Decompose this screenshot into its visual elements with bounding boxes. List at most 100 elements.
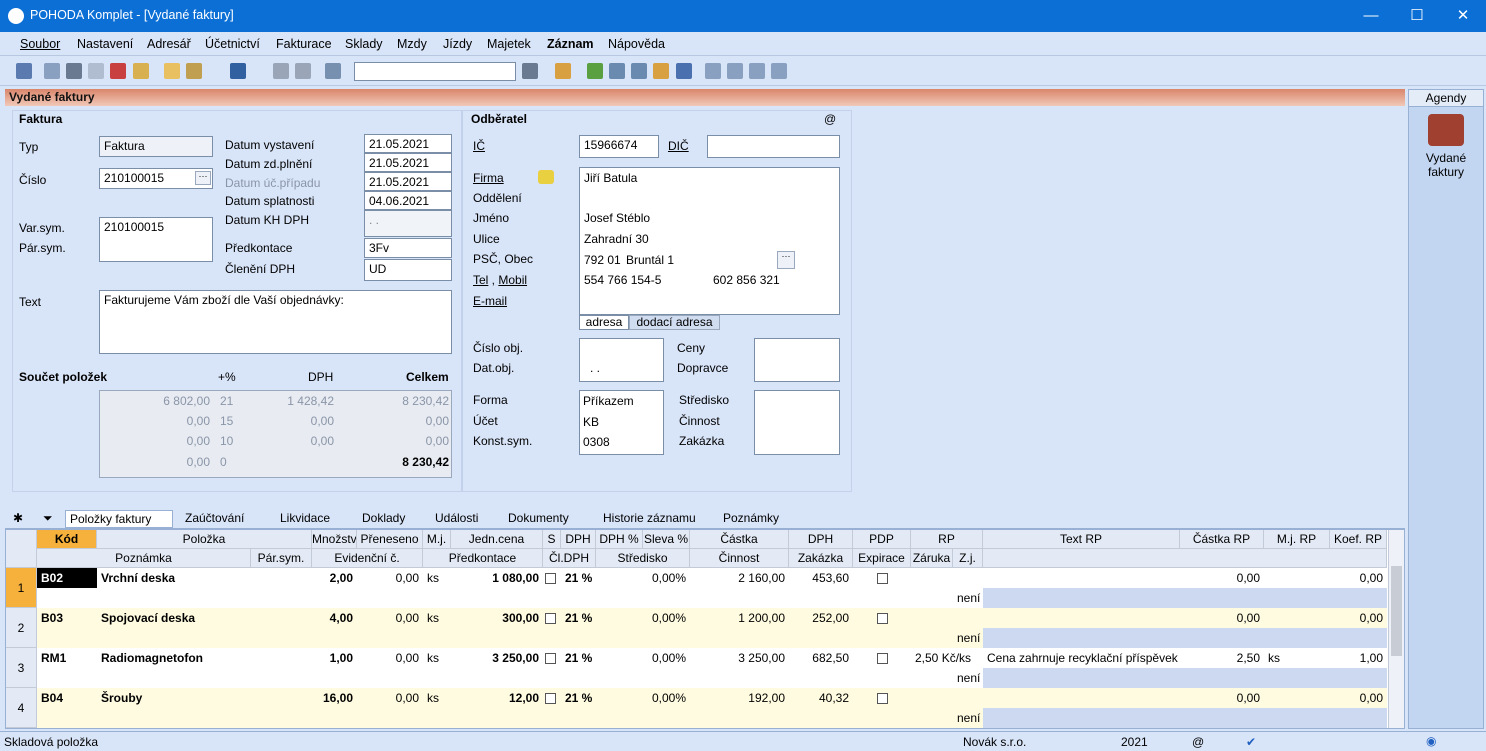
cell-sleva[interactable]: 0,00% <box>596 648 690 668</box>
cell-rp[interactable] <box>911 568 983 588</box>
grid-col-8[interactable]: DPH % <box>596 530 643 549</box>
checkbox-pdp[interactable] <box>876 613 888 625</box>
predkontace-input[interactable]: 3Fv <box>364 238 452 258</box>
cell-zj[interactable]: není <box>953 708 983 728</box>
minimize-button[interactable]: — <box>1348 0 1394 32</box>
cell-koef-rp[interactable]: 0,00 <box>1330 568 1387 588</box>
grid-col2-0[interactable]: Poznámka <box>37 549 251 568</box>
cell-mnozstvi[interactable]: 16,00 <box>312 688 357 708</box>
maximize-button[interactable]: ☐ <box>1394 0 1440 32</box>
stock-icon[interactable] <box>555 63 571 79</box>
cell-sleva[interactable]: 0,00% <box>596 568 690 588</box>
firma-label[interactable]: Firma <box>473 171 504 185</box>
quick-filter-input[interactable] <box>354 62 516 81</box>
grid-col2-3[interactable]: Předkontace <box>423 549 543 568</box>
grid-col-11[interactable]: DPH <box>789 530 853 549</box>
tab-dokumenty[interactable]: Dokumenty <box>508 510 569 528</box>
agenda-icon[interactable] <box>16 63 32 79</box>
cell-mnozstvi[interactable]: 1,00 <box>312 648 357 668</box>
cell-koef-rp[interactable]: 0,00 <box>1330 608 1387 628</box>
cell-zj[interactable]: není <box>953 628 983 648</box>
cell-castka[interactable]: 3 250,00 <box>690 648 789 668</box>
cell-mj[interactable]: ks <box>423 688 451 708</box>
scroll-thumb[interactable] <box>1391 566 1402 656</box>
iban-icon[interactable] <box>676 63 692 79</box>
cell-preneseno[interactable]: 0,00 <box>357 568 423 588</box>
grid-col-4[interactable]: M.j. <box>423 530 451 549</box>
cell-dph-value[interactable]: 40,32 <box>789 688 853 708</box>
clipboard-icon[interactable] <box>325 63 341 79</box>
grid-col-7[interactable]: DPH <box>561 530 596 549</box>
cell-jedn-cena[interactable]: 1 080,00 <box>451 568 543 588</box>
grid-col-16[interactable]: M.j. RP <box>1264 530 1330 549</box>
cell-zj[interactable]: není <box>953 668 983 688</box>
obec-value[interactable]: Bruntál 1 <box>626 253 674 267</box>
tel-value[interactable]: 554 766 154-5 <box>584 273 661 287</box>
grid-col-6[interactable]: S <box>543 530 561 549</box>
grid-col-9[interactable]: Sleva % <box>643 530 690 549</box>
grid-col2-2[interactable]: Evidenční č. <box>312 549 423 568</box>
tab-poznamky[interactable]: Poznámky <box>723 510 779 528</box>
cell-pdp[interactable] <box>853 568 911 588</box>
grid-scrollbar[interactable] <box>1388 530 1404 728</box>
edit-icon[interactable] <box>186 63 202 79</box>
dic-label[interactable]: DIČ <box>668 139 689 153</box>
cell-koef-rp[interactable]: 0,00 <box>1330 688 1387 708</box>
cell-pdp[interactable] <box>853 688 911 708</box>
cell-text-rp[interactable] <box>983 608 1180 628</box>
ulice-value[interactable]: Zahradní 30 <box>584 232 649 246</box>
cell-dph[interactable]: 21 % <box>561 648 596 668</box>
datum-zdplneni-input[interactable]: 21.05.2021 <box>364 153 452 172</box>
cell-mj-rp[interactable] <box>1264 608 1330 628</box>
cisloobj-input[interactable] <box>579 338 664 382</box>
grid-col-5[interactable]: Jedn.cena <box>451 530 543 549</box>
forma-value[interactable]: Příkazem <box>583 394 634 408</box>
checkbox-pdp[interactable] <box>876 573 888 585</box>
menu-sklady[interactable]: Sklady <box>345 37 383 51</box>
grid-col-0[interactable]: Kód <box>37 530 97 549</box>
tab-doklady[interactable]: Doklady <box>362 510 405 528</box>
status-ok-icon[interactable]: ◉ <box>1426 734 1436 748</box>
varsym-input[interactable]: 210100015 <box>99 217 213 262</box>
row-number[interactable]: 2 <box>6 608 37 648</box>
cell-jedn-cena[interactable]: 3 250,00 <box>451 648 543 668</box>
jmeno-value[interactable]: Josef Stéblo <box>584 211 650 225</box>
checkbox-pdp[interactable] <box>876 693 888 705</box>
ceny-dopravce-input[interactable] <box>754 338 840 382</box>
report-icon[interactable] <box>749 63 765 79</box>
grid-col-14[interactable]: Text RP <box>983 530 1180 549</box>
mobil-value[interactable]: 602 856 321 <box>713 273 780 287</box>
new-row-icon[interactable]: ✱ <box>13 510 23 528</box>
datobj-value[interactable]: . . <box>590 361 600 375</box>
coins-icon[interactable] <box>653 63 669 79</box>
menu-jizdy[interactable]: Jízdy <box>443 37 472 51</box>
menu-ucetnictvi[interactable]: Účetnictví <box>205 37 260 51</box>
mobil-link[interactable]: Mobil <box>498 273 527 287</box>
pdf-icon[interactable] <box>110 63 126 79</box>
cancel-icon[interactable] <box>295 63 311 79</box>
cell-rp[interactable] <box>911 608 983 628</box>
cell-mj-rp[interactable]: ks <box>1264 648 1330 668</box>
cell-rp[interactable]: 2,50 Kč/ks <box>911 648 983 668</box>
tab-polozky[interactable]: Položky faktury <box>65 510 173 528</box>
checkbox-s[interactable] <box>545 613 556 625</box>
row-number[interactable]: 1 <box>6 568 37 608</box>
cell-castka-rp[interactable]: 0,00 <box>1180 568 1264 588</box>
cell-s[interactable] <box>543 648 561 668</box>
table-row[interactable]: 4 B04 Šrouby 16,00 0,00 ks 12,00 21 % 0,00% 192,0… <box>6 688 1387 728</box>
agenda-vydane-faktury[interactable]: Vydané faktury <box>1411 151 1481 179</box>
cell-koef-rp[interactable]: 1,00 <box>1330 648 1387 668</box>
tab-zauctovani[interactable]: Zaúčtování <box>185 510 244 528</box>
cell-castka[interactable]: 192,00 <box>690 688 789 708</box>
cell-castka[interactable]: 2 160,00 <box>690 568 789 588</box>
menu-fakturace[interactable]: Fakturace <box>276 37 332 51</box>
ic-input[interactable]: 15966674 <box>579 135 659 158</box>
psc-value[interactable]: 792 01 <box>584 253 621 267</box>
checkbox-s[interactable] <box>545 573 556 585</box>
grid-col2-7[interactable]: Zakázka <box>789 549 853 568</box>
cell-rp[interactable] <box>911 688 983 708</box>
cell-kod[interactable]: B03 <box>37 608 97 628</box>
cell-text-rp[interactable] <box>983 688 1180 708</box>
typ-select[interactable]: Faktura <box>99 136 213 157</box>
menu-napoveda[interactable]: Nápověda <box>608 37 665 51</box>
